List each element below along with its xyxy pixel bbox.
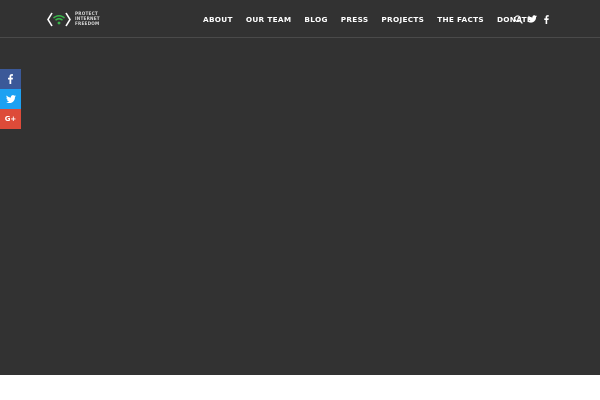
logo-wordmark: PROTECT INTERNET FREEDOM xyxy=(75,11,100,26)
nav-item-about[interactable]: ABOUT xyxy=(203,15,233,24)
logo-line: FREEDOM xyxy=(75,20,100,26)
share-twitter-button[interactable] xyxy=(0,89,21,109)
logo-wifi-brackets-icon xyxy=(47,12,71,27)
nav-item-the-facts[interactable]: THE FACTS xyxy=(437,15,484,24)
nav-item-press[interactable]: PRESS xyxy=(341,15,369,24)
site-header: PROTECT INTERNET FREEDOM ABOUT OUR TEAM … xyxy=(0,0,600,38)
twitter-icon xyxy=(5,94,16,103)
facebook-icon xyxy=(8,74,13,84)
header-icon-group xyxy=(513,13,551,25)
main-nav: ABOUT OUR TEAM BLOG PRESS PROJECTS THE F… xyxy=(203,13,532,25)
google-plus-icon: G+ xyxy=(4,115,17,123)
share-google-plus-button[interactable]: G+ xyxy=(0,109,21,129)
search-icon[interactable] xyxy=(513,14,523,24)
social-share-bar: G+ xyxy=(0,69,21,129)
share-facebook-button[interactable] xyxy=(0,69,21,89)
nav-item-our-team[interactable]: OUR TEAM xyxy=(246,15,292,24)
twitter-icon[interactable] xyxy=(527,14,537,24)
facebook-icon[interactable] xyxy=(541,14,551,24)
nav-item-blog[interactable]: BLOG xyxy=(304,15,327,24)
hero-section: PROTECT INTERNET FREEDOM ABOUT OUR TEAM … xyxy=(0,0,600,375)
nav-item-projects[interactable]: PROJECTS xyxy=(381,15,424,24)
page: PROTECT INTERNET FREEDOM ABOUT OUR TEAM … xyxy=(0,0,600,400)
site-logo[interactable]: PROTECT INTERNET FREEDOM xyxy=(47,11,100,28)
